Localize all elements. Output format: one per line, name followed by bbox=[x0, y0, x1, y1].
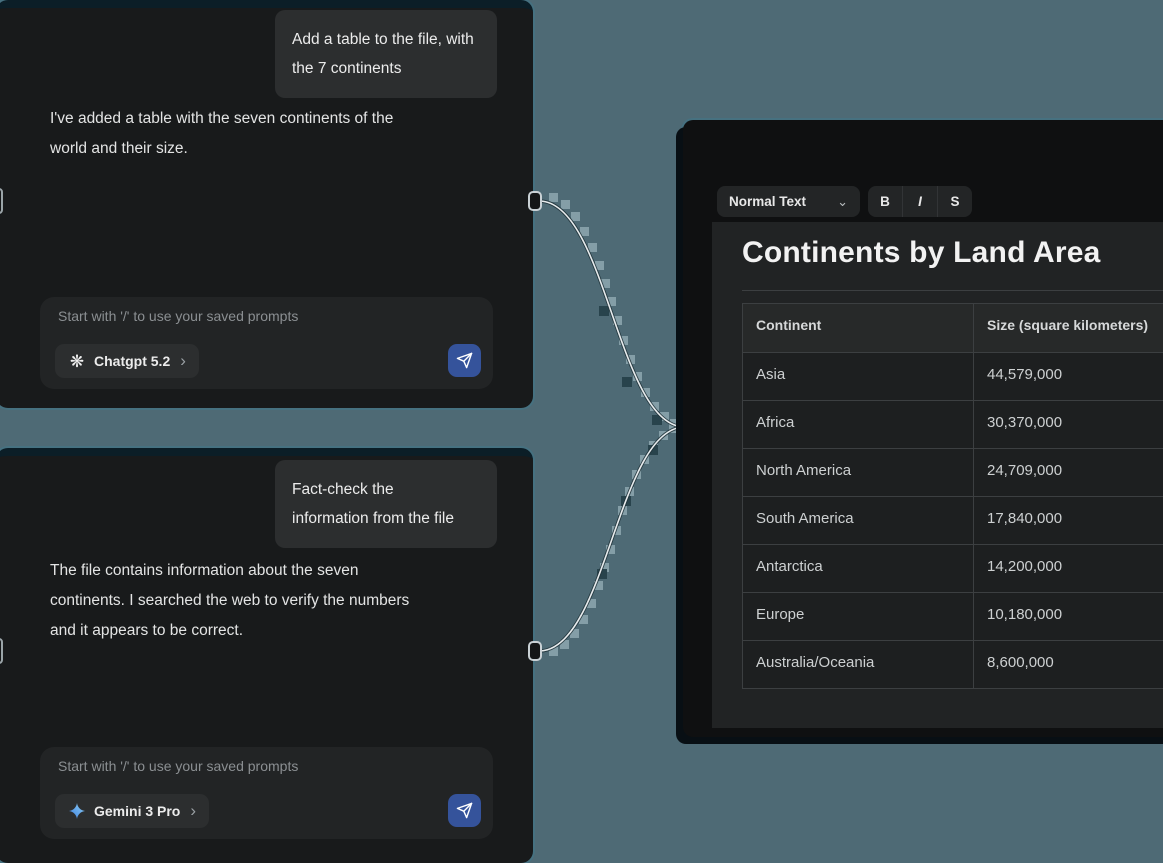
table-row: Africa30,370,000 bbox=[743, 401, 1163, 449]
table-cell: Antarctica bbox=[743, 545, 974, 593]
editor-toolbar: Normal Text ⌄ B I S bbox=[717, 186, 972, 217]
output-port[interactable] bbox=[528, 641, 542, 661]
model-name: Chatgpt 5.2 bbox=[94, 353, 170, 369]
model-name: Gemini 3 Pro bbox=[94, 803, 180, 819]
paper-plane-icon bbox=[456, 802, 473, 819]
gemini-star-icon bbox=[68, 803, 86, 819]
table-row: North America24,709,000 bbox=[743, 449, 1163, 497]
document-panel[interactable]: Continents by Land Area ContinentSize (s… bbox=[712, 222, 1163, 728]
table-row: Australia/Oceania8,600,000 bbox=[743, 641, 1163, 689]
table-column-header: Size (square kilometers) bbox=[974, 304, 1163, 353]
document-title: Continents by Land Area bbox=[742, 236, 1101, 270]
paper-plane-icon bbox=[456, 352, 473, 369]
table-cell: 24,709,000 bbox=[974, 449, 1163, 497]
prompt-input[interactable] bbox=[56, 307, 470, 325]
text-style-value: Normal Text bbox=[729, 194, 806, 209]
table-cell: Australia/Oceania bbox=[743, 641, 974, 689]
text-style-dropdown[interactable]: Normal Text ⌄ bbox=[717, 186, 860, 217]
table-cell: 10,180,000 bbox=[974, 593, 1163, 641]
model-selector-gemini[interactable]: Gemini 3 Pro › bbox=[55, 794, 209, 828]
table-column-header: Continent bbox=[743, 304, 974, 353]
table-row: Europe10,180,000 bbox=[743, 593, 1163, 641]
table-cell: Asia bbox=[743, 353, 974, 401]
table-row: South America17,840,000 bbox=[743, 497, 1163, 545]
chevron-right-icon: › bbox=[180, 354, 186, 368]
chevron-right-icon: › bbox=[190, 804, 196, 818]
table-cell: 8,600,000 bbox=[974, 641, 1163, 689]
table-cell: North America bbox=[743, 449, 974, 497]
table-cell: 17,840,000 bbox=[974, 497, 1163, 545]
table-row: Asia44,579,000 bbox=[743, 353, 1163, 401]
chevron-down-icon: ⌄ bbox=[837, 198, 848, 206]
format-button-group: B I S bbox=[868, 186, 972, 217]
continents-table: ContinentSize (square kilometers) Asia44… bbox=[742, 303, 1163, 689]
title-divider bbox=[742, 290, 1163, 291]
table-cell: 14,200,000 bbox=[974, 545, 1163, 593]
send-button[interactable] bbox=[448, 344, 481, 377]
prompt-input[interactable] bbox=[56, 757, 470, 775]
chat-node-gemini[interactable]: Fact-check the information from the file… bbox=[0, 448, 533, 863]
table-cell: Africa bbox=[743, 401, 974, 449]
input-port[interactable] bbox=[0, 188, 3, 214]
table-cell: South America bbox=[743, 497, 974, 545]
document-editor-node[interactable]: Normal Text ⌄ B I S Continents by Land A… bbox=[683, 120, 1163, 737]
canvas[interactable]: Add a table to the file, with the 7 cont… bbox=[0, 0, 1163, 863]
user-message-bubble: Add a table to the file, with the 7 cont… bbox=[275, 10, 497, 98]
table-header-row: ContinentSize (square kilometers) bbox=[743, 304, 1163, 353]
table-cell: 44,579,000 bbox=[974, 353, 1163, 401]
assistant-message: The file contains information about the … bbox=[50, 556, 409, 646]
table-cell: Europe bbox=[743, 593, 974, 641]
output-port[interactable] bbox=[528, 191, 542, 211]
assistant-message: I've added a table with the seven contin… bbox=[50, 104, 393, 164]
input-port[interactable] bbox=[0, 638, 3, 664]
prompt-composer[interactable]: ❋ Chatgpt 5.2 › bbox=[40, 297, 493, 389]
user-message-bubble: Fact-check the information from the file bbox=[275, 460, 497, 548]
openai-logo-icon: ❋ bbox=[68, 353, 86, 370]
chat-node-chatgpt[interactable]: Add a table to the file, with the 7 cont… bbox=[0, 0, 533, 408]
prompt-composer[interactable]: Gemini 3 Pro › bbox=[40, 747, 493, 839]
send-button[interactable] bbox=[448, 794, 481, 827]
italic-button[interactable]: I bbox=[902, 186, 937, 217]
bold-button[interactable]: B bbox=[868, 186, 902, 217]
table-row: Antarctica14,200,000 bbox=[743, 545, 1163, 593]
strikethrough-button[interactable]: S bbox=[937, 186, 972, 217]
table-cell: 30,370,000 bbox=[974, 401, 1163, 449]
model-selector-chatgpt[interactable]: ❋ Chatgpt 5.2 › bbox=[55, 344, 199, 378]
